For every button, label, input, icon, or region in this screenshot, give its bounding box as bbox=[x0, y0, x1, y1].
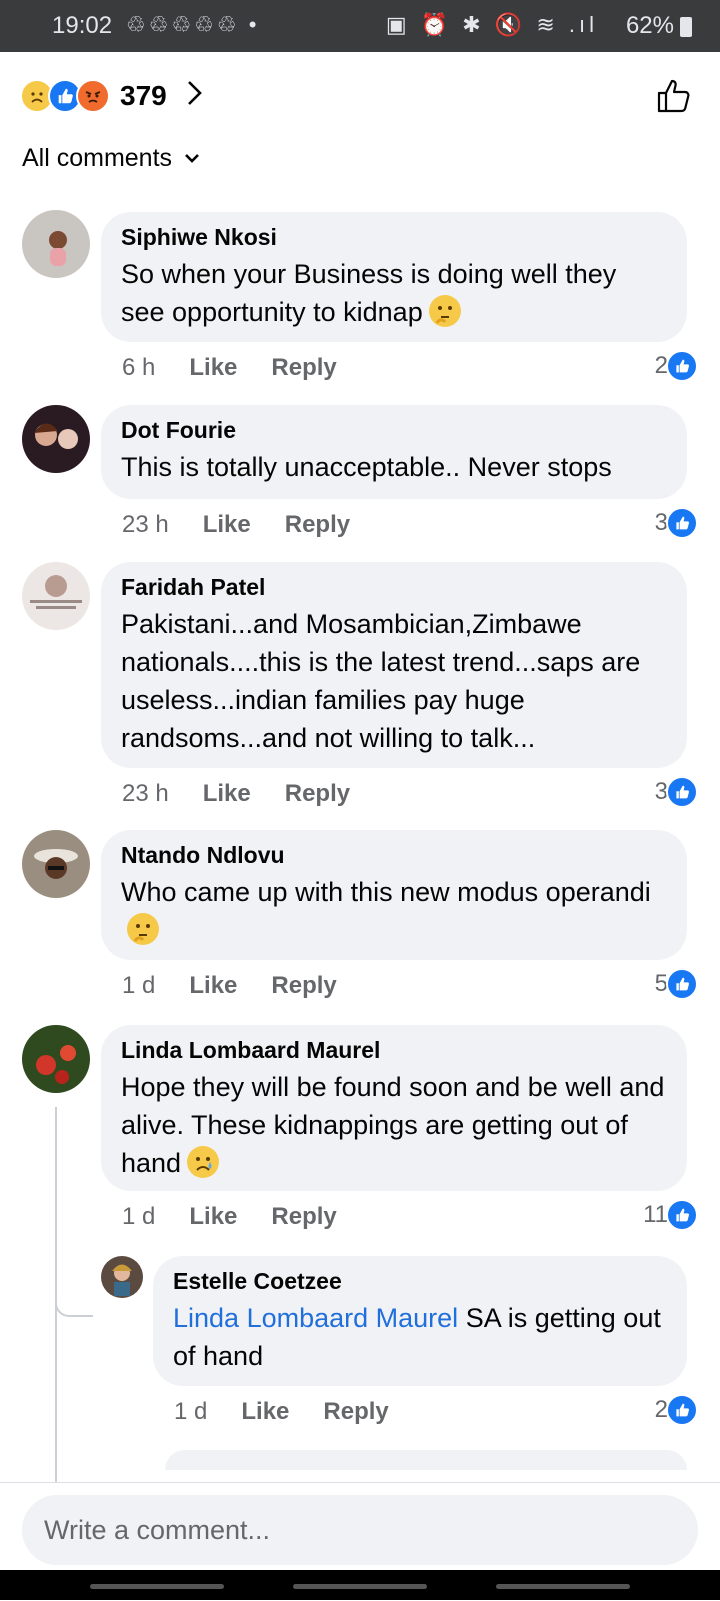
nav-back-handle[interactable] bbox=[496, 1584, 630, 1589]
comment-bubble[interactable]: Siphiwe Nkosi So when your Business is d… bbox=[101, 212, 687, 342]
like-badge-icon[interactable] bbox=[666, 507, 698, 539]
comment-bubble[interactable]: Faridah Patel Pakistani...and Mosambicia… bbox=[101, 562, 687, 768]
comment-time: 23 h bbox=[122, 780, 169, 807]
reactions-count: 379 bbox=[120, 80, 167, 111]
comment-actions: 1 d Like Reply bbox=[122, 1203, 371, 1231]
status-bar: 19:02 ♲♲♲♲♲ • ▣ ⏰ ✱ 🔇 ≋ .ıl 62% bbox=[0, 0, 720, 52]
comment-bubble[interactable]: Linda Lombaard Maurel Hope they will be … bbox=[101, 1025, 687, 1191]
comment-author[interactable]: Estelle Coetzee bbox=[173, 1268, 667, 1295]
next-comment-peek bbox=[165, 1450, 687, 1470]
thread-connector bbox=[55, 1297, 93, 1317]
status-time: 19:02 bbox=[52, 12, 113, 39]
crying-face-icon bbox=[187, 1146, 220, 1178]
reply-button[interactable]: Reply bbox=[271, 1203, 336, 1231]
mention-link[interactable]: Linda Lombaard Maurel bbox=[173, 1303, 458, 1333]
thread-line bbox=[55, 1107, 57, 1547]
like-button[interactable]: Like bbox=[189, 972, 237, 1000]
like-button[interactable]: Like bbox=[189, 354, 237, 382]
comment-text: So when your Business is doing well they… bbox=[121, 259, 617, 327]
comment-author[interactable]: Linda Lombaard Maurel bbox=[121, 1037, 667, 1064]
avatar[interactable] bbox=[22, 1025, 90, 1093]
comment-author[interactable]: Faridah Patel bbox=[121, 574, 667, 601]
chevron-right-icon bbox=[185, 77, 205, 116]
system-status-icons: ▣ ⏰ ✱ 🔇 ≋ .ıl bbox=[385, 12, 598, 37]
comment-sort-dropdown[interactable]: All comments bbox=[22, 144, 200, 173]
comment-text: Who came up with this new modus operandi bbox=[121, 873, 667, 949]
reply-button[interactable]: Reply bbox=[323, 1398, 388, 1426]
reply-button[interactable]: Reply bbox=[285, 511, 350, 539]
comment-actions: 6 h Like Reply bbox=[122, 354, 371, 382]
comment-author[interactable]: Siphiwe Nkosi bbox=[121, 224, 667, 251]
comment-time: 1 d bbox=[122, 972, 156, 999]
reply-button[interactable]: Reply bbox=[271, 972, 336, 1000]
comment-actions: 1 d Like Reply bbox=[174, 1398, 423, 1426]
like-badge-icon[interactable] bbox=[666, 776, 698, 808]
like-badge-icon[interactable] bbox=[666, 968, 698, 1000]
comment-bubble[interactable]: Dot Fourie This is totally unacceptable.… bbox=[101, 405, 687, 499]
comment-time: 1 d bbox=[174, 1398, 208, 1425]
avatar[interactable] bbox=[22, 562, 90, 630]
nav-recent-handle[interactable] bbox=[90, 1584, 224, 1589]
comment-text: Pakistani...and Mosambician,Zimbawe nati… bbox=[121, 609, 641, 753]
like-button[interactable]: Like bbox=[203, 511, 251, 539]
chevron-down-icon bbox=[184, 148, 200, 169]
comment-bubble[interactable]: Ntando Ndlovu Who came up with this new … bbox=[101, 830, 687, 960]
thinking-face-icon bbox=[127, 913, 159, 945]
comment-actions: 23 h Like Reply bbox=[122, 780, 384, 808]
reply-button[interactable]: Reply bbox=[271, 354, 336, 382]
comment-text: This is totally unacceptable.. Never sto… bbox=[121, 452, 612, 482]
comment-actions: 1 d Like Reply bbox=[122, 972, 371, 1000]
write-comment-input[interactable]: Write a comment... bbox=[22, 1495, 698, 1565]
thumbs-up-outline-icon bbox=[657, 79, 690, 113]
reply-button[interactable]: Reply bbox=[285, 780, 350, 808]
battery-icon bbox=[680, 17, 692, 37]
comment-time: 23 h bbox=[122, 511, 169, 538]
like-badge-icon[interactable] bbox=[666, 350, 698, 382]
comment-time: 6 h bbox=[122, 354, 156, 381]
comment-time: 1 d bbox=[122, 1203, 156, 1230]
nav-home-handle[interactable] bbox=[293, 1584, 427, 1589]
comment-actions: 23 h Like Reply bbox=[122, 511, 384, 539]
system-nav-bar bbox=[0, 1570, 720, 1600]
comment-author[interactable]: Ntando Ndlovu bbox=[121, 842, 667, 869]
sort-label: All comments bbox=[22, 144, 173, 172]
reactions-summary[interactable]: 379 bbox=[20, 76, 205, 116]
comments-sheet: 379 All comments Siphiwe Nkosi So when y… bbox=[0, 52, 720, 1547]
avatar[interactable] bbox=[101, 1256, 143, 1298]
comment-text: Hope they will be found soon and be well… bbox=[121, 1072, 665, 1178]
thinking-face-icon bbox=[428, 295, 461, 327]
avatar[interactable] bbox=[22, 210, 90, 278]
like-badge-icon[interactable] bbox=[666, 1394, 698, 1426]
notification-icons: ♲♲♲♲♲ • bbox=[126, 12, 260, 37]
like-badge-icon[interactable] bbox=[666, 1199, 698, 1231]
like-button[interactable]: Like bbox=[241, 1398, 289, 1426]
like-post-button[interactable] bbox=[656, 78, 692, 114]
avatar[interactable] bbox=[22, 830, 90, 898]
like-button[interactable]: Like bbox=[203, 780, 251, 808]
like-button[interactable]: Like bbox=[189, 1203, 237, 1231]
comment-bubble[interactable]: Estelle Coetzee Linda Lombaard Maurel SA… bbox=[153, 1256, 687, 1386]
avatar[interactable] bbox=[22, 405, 90, 473]
comment-text: Linda Lombaard Maurel SA is getting out … bbox=[173, 1303, 661, 1371]
like-count: 11 bbox=[643, 1201, 668, 1228]
angry-reaction-icon bbox=[76, 79, 110, 113]
comment-author[interactable]: Dot Fourie bbox=[121, 417, 667, 444]
battery-percent: 62% bbox=[625, 12, 674, 39]
